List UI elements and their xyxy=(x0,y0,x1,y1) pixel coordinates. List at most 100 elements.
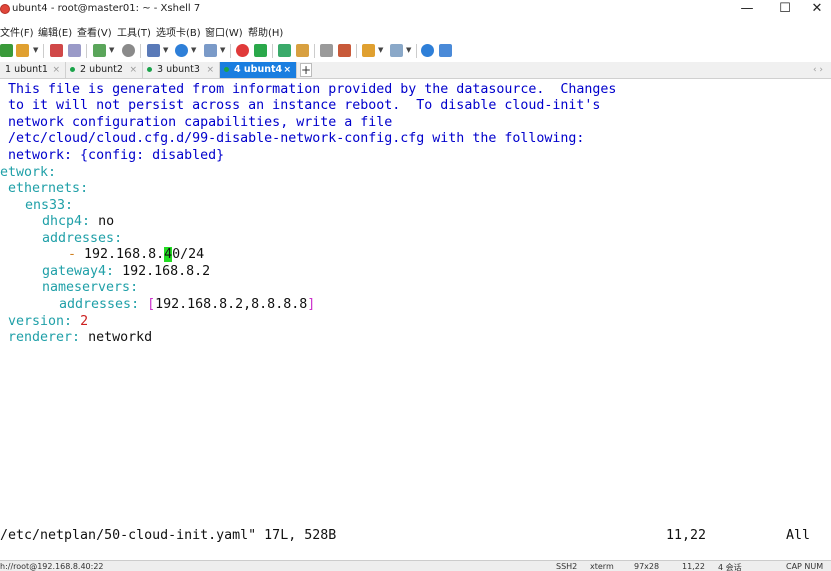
script-icon[interactable] xyxy=(338,44,351,57)
comment-line: to it will not persist across an instanc… xyxy=(0,98,601,113)
tab-ubunt1[interactable]: 1 ubunt1 × xyxy=(0,62,66,78)
transfer-icon[interactable] xyxy=(362,44,375,57)
tab-label: 1 ubunt1 xyxy=(5,64,48,75)
text-cursor: 4 xyxy=(164,247,173,262)
yaml-value: 192.168.8.2 xyxy=(122,264,211,279)
tab-label: 3 ubunt3 xyxy=(157,64,200,75)
open-folder-icon[interactable] xyxy=(16,44,29,57)
tab-ubunt3[interactable]: 3 ubunt3 × xyxy=(143,62,220,78)
yaml-line-network: etwork: xyxy=(0,165,57,180)
window-title: ubunt4 - root@master01: ~ - Xshell 7 xyxy=(12,3,201,14)
yaml-key: nameservers xyxy=(42,280,131,295)
yaml-line-gateway4: gateway4: 192.168.8.2 xyxy=(42,264,211,279)
fullscreen-icon[interactable] xyxy=(278,44,291,57)
tab-scroll-arrows[interactable]: ‹ › xyxy=(813,62,823,78)
yaml-key: ethernets xyxy=(8,181,81,196)
transfer-dropdown-icon[interactable]: ▼ xyxy=(378,46,383,54)
tab-ubunt2[interactable]: 2 ubunt2 × xyxy=(66,62,143,78)
yaml-line-addresses: addresses: xyxy=(42,231,123,246)
tab-ubunt4[interactable]: 4 ubunt4 × xyxy=(220,62,297,78)
yaml-key: addresses xyxy=(59,297,132,312)
globe-icon[interactable] xyxy=(175,44,188,57)
tab-close-icon[interactable]: × xyxy=(52,62,60,78)
minimize-button[interactable]: — xyxy=(727,0,767,20)
menu-view[interactable]: 查看(V) xyxy=(77,24,112,39)
tab-close-icon[interactable]: × xyxy=(283,62,291,78)
copy-icon[interactable] xyxy=(93,44,106,57)
disconnect-icon[interactable] xyxy=(50,44,63,57)
comment-line: This file is generated from information … xyxy=(0,82,617,97)
properties-dropdown-icon[interactable]: ▼ xyxy=(163,46,168,54)
open-dropdown-icon[interactable]: ▼ xyxy=(33,46,38,54)
yaml-value: networkd xyxy=(88,330,153,345)
title-bar: ubunt4 - root@master01: ~ - Xshell 7 — ☐… xyxy=(0,0,831,20)
font-dropdown-icon[interactable]: ▼ xyxy=(220,46,225,54)
font-icon[interactable] xyxy=(204,44,217,57)
copy-dropdown-icon[interactable]: ▼ xyxy=(109,46,114,54)
yaml-value: no xyxy=(98,214,115,229)
xagent-icon[interactable] xyxy=(254,44,267,57)
lock-icon[interactable] xyxy=(296,44,309,57)
yaml-value: 2 xyxy=(80,314,89,329)
toolbar-divider xyxy=(356,44,357,58)
yaml-key: addresses xyxy=(42,231,115,246)
connected-status-icon xyxy=(147,67,152,72)
keyboard-icon[interactable] xyxy=(320,44,333,57)
chat-icon[interactable] xyxy=(439,44,452,57)
menu-edit[interactable]: 编辑(E) xyxy=(38,24,72,39)
yaml-line-ethernets: ethernets: xyxy=(8,181,89,196)
reconnect-icon[interactable] xyxy=(68,44,81,57)
tab-close-icon[interactable]: × xyxy=(129,62,137,78)
yaml-key: gateway4 xyxy=(42,264,107,279)
yaml-key: dhcp4 xyxy=(42,214,83,229)
menu-tabs[interactable]: 选项卡(B) xyxy=(156,24,201,39)
connected-status-icon xyxy=(224,67,229,72)
help-icon[interactable] xyxy=(421,44,434,57)
xshell-app-icon xyxy=(0,4,10,14)
layout-dropdown-icon[interactable]: ▼ xyxy=(406,46,411,54)
vim-status-file: /etc/netplan/50-cloud-init.yaml" 17L, 52… xyxy=(0,528,337,543)
yaml-value: 192.168.8. xyxy=(84,247,165,262)
vim-status-scroll: All xyxy=(786,528,811,543)
yaml-line-address-item: - 192.168.8.40/24 xyxy=(68,247,205,262)
toolbar-divider xyxy=(86,44,87,58)
yaml-line-nameservers: nameservers: xyxy=(42,280,139,295)
yaml-key: version xyxy=(8,314,65,329)
xftp-icon[interactable] xyxy=(236,44,249,57)
menu-bar: 文件(F) 编辑(E) 查看(V) 工具(T) 选项卡(B) 窗口(W) 帮助(… xyxy=(0,20,831,40)
toolbar-divider xyxy=(272,44,273,58)
toolbar-divider xyxy=(314,44,315,58)
status-bar: h://root@192.168.8.40:22 SSH2 xterm 97x2… xyxy=(0,560,831,571)
menu-tools[interactable]: 工具(T) xyxy=(117,24,151,39)
globe-dropdown-icon[interactable]: ▼ xyxy=(191,46,196,54)
yaml-line-version: version: 2 xyxy=(8,314,89,329)
yaml-line-ens33: ens33: xyxy=(25,198,74,213)
toolbar-divider xyxy=(140,44,141,58)
terminal-area[interactable]: This file is generated from information … xyxy=(0,79,831,560)
yaml-key: renderer xyxy=(8,330,73,345)
toolbar-divider xyxy=(416,44,417,58)
new-session-icon[interactable] xyxy=(0,44,13,57)
properties-icon[interactable] xyxy=(147,44,160,57)
menu-help[interactable]: 帮助(H) xyxy=(248,24,283,39)
comment-line: /etc/cloud/cloud.cfg.d/99-disable-networ… xyxy=(0,131,585,146)
menu-file[interactable]: 文件(F) xyxy=(0,24,34,39)
layout-icon[interactable] xyxy=(390,44,403,57)
yaml-line-dhcp4: dhcp4: no xyxy=(42,214,115,229)
yaml-key: ens33 xyxy=(25,198,66,213)
connected-status-icon xyxy=(70,67,75,72)
comment-line: network: {config: disabled} xyxy=(0,148,225,163)
find-icon[interactable] xyxy=(122,44,135,57)
add-tab-button[interactable]: + xyxy=(300,63,312,77)
tab-label: 2 ubunt2 xyxy=(80,64,123,75)
menu-window[interactable]: 窗口(W) xyxy=(205,24,243,39)
yaml-line-renderer: renderer: networkd xyxy=(8,330,153,345)
yaml-value: 192.168.8.2,8.8.8.8 xyxy=(155,297,308,312)
yaml-key: etwork xyxy=(0,165,49,180)
tab-close-icon[interactable]: × xyxy=(206,62,214,78)
yaml-line-ns-addresses: addresses: [192.168.8.2,8.8.8.8] xyxy=(59,297,316,312)
tab-label: 4 ubunt4 xyxy=(234,64,283,75)
maximize-button[interactable]: ☐ xyxy=(765,0,805,20)
close-window-button[interactable]: ✕ xyxy=(803,0,831,20)
toolbar-divider xyxy=(230,44,231,58)
